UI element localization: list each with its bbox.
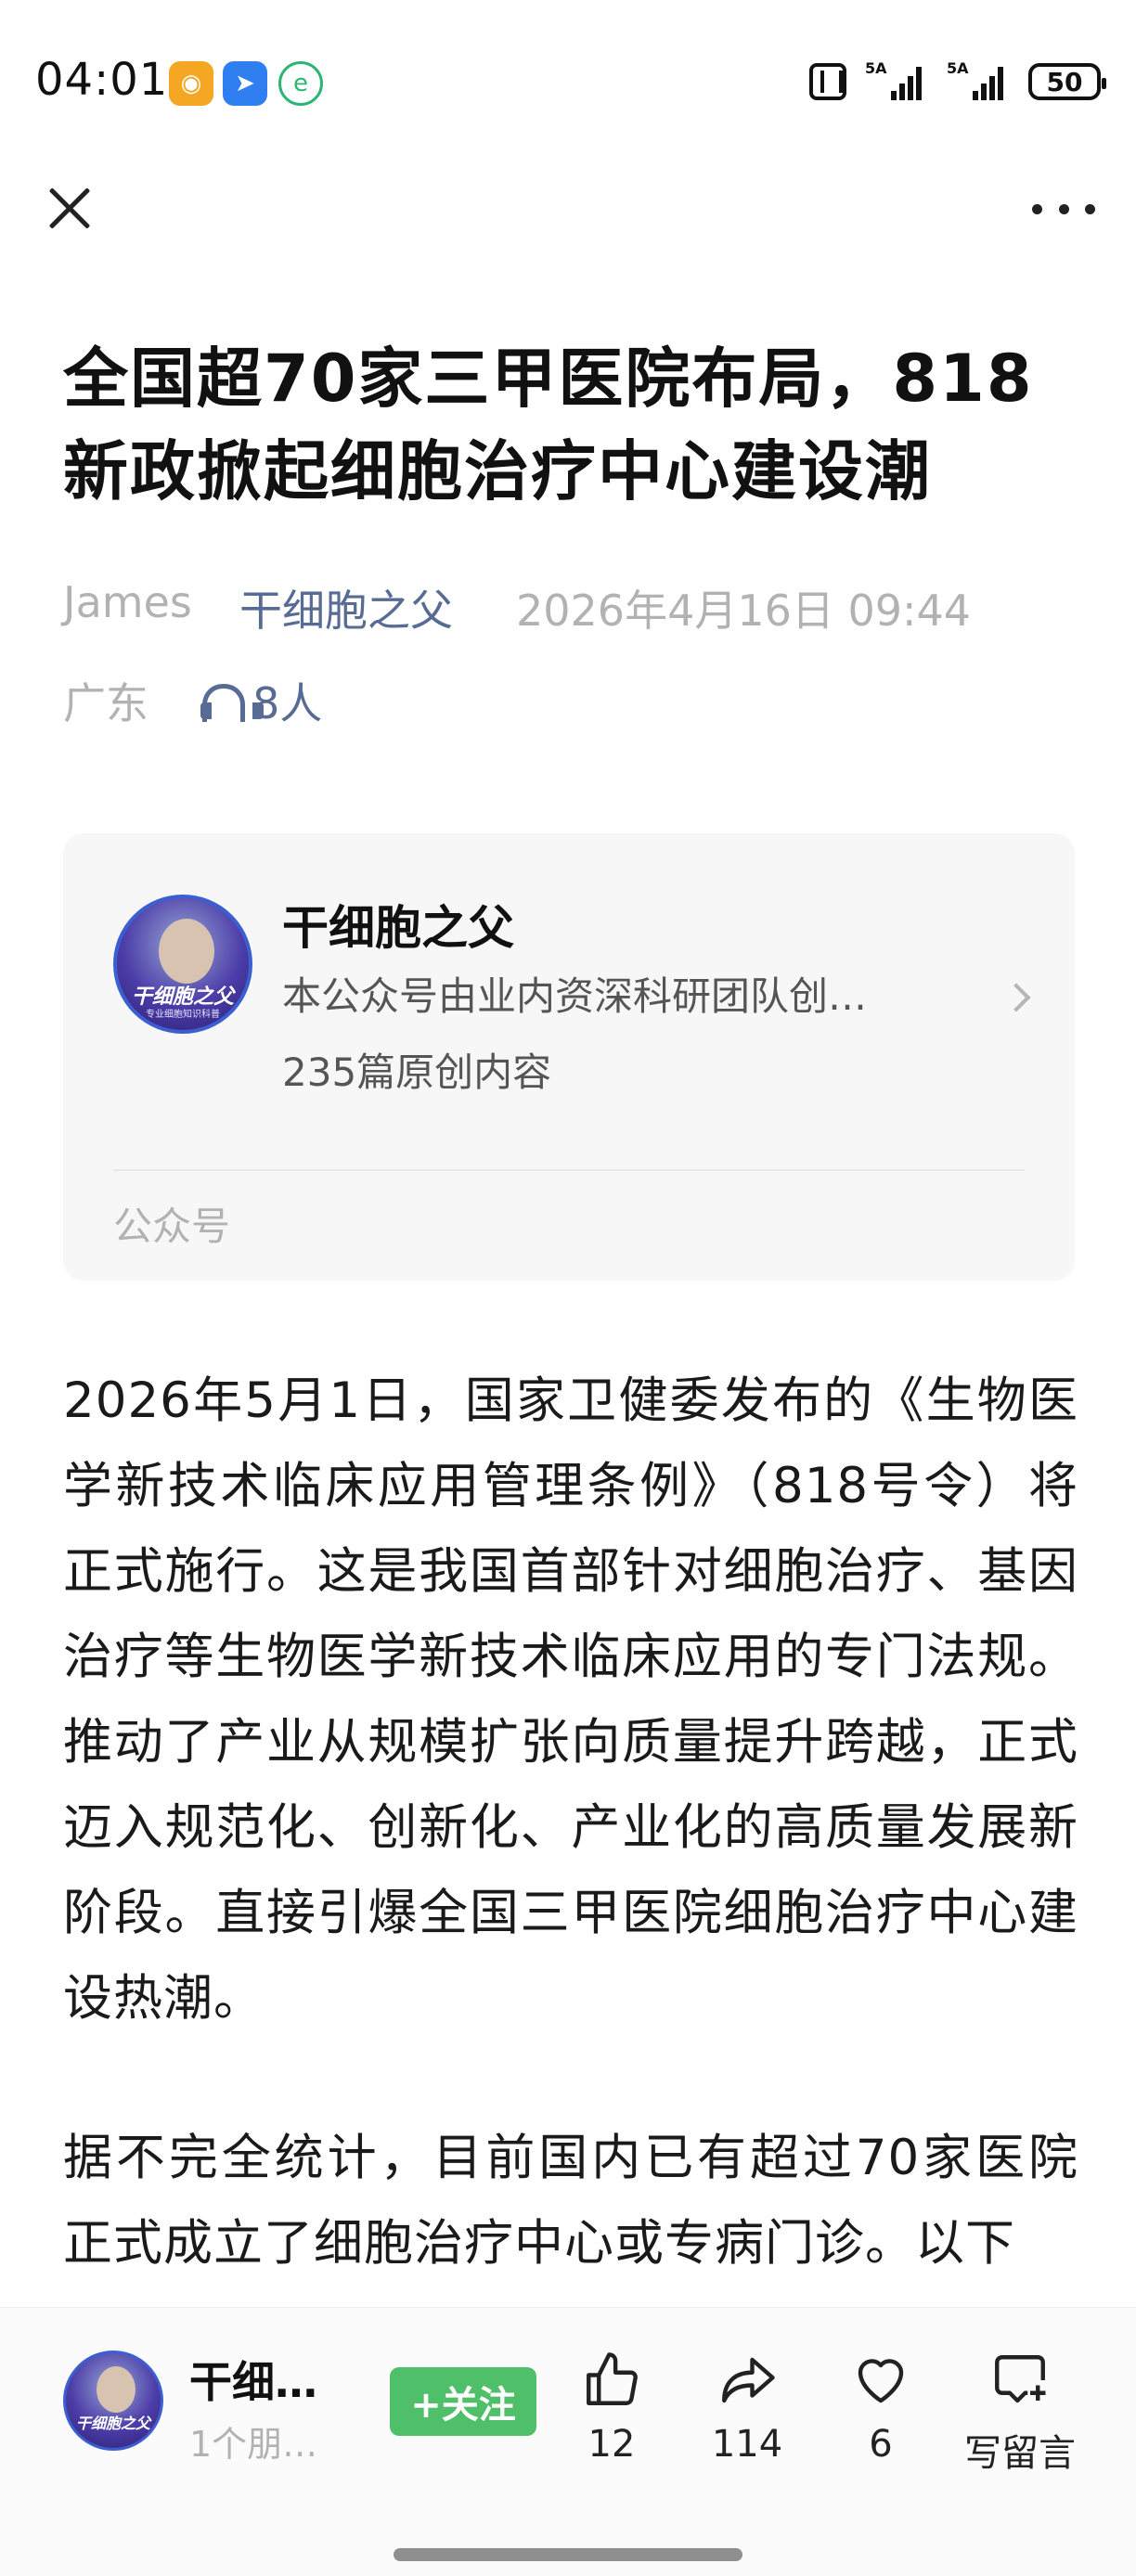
bird-app-notification-icon: ➤: [223, 61, 267, 106]
headphone-icon: [199, 680, 264, 722]
publish-date: 2026年4月16日 09:44: [516, 586, 972, 636]
browser-notification-icon: e: [278, 61, 323, 106]
like-count: 12: [587, 2423, 636, 2466]
card-article-count: 235篇原创内容: [282, 1050, 552, 1095]
avatar-badge-subtext: 专业细胞知识科普: [146, 1010, 220, 1020]
battery-level: 50: [1046, 66, 1083, 97]
body-paragraph: 据不完全统计，目前国内已有超过70家医院正式成立了细胞治疗中心或专病门诊。以下: [63, 2130, 1078, 2272]
body-paragraph: 2026年5月1日，国家卫健委发布的《生物医学新技术临床应用管理条例》（818号…: [63, 1372, 1078, 2027]
publish-region: 广东: [63, 678, 148, 728]
heart-button[interactable]: 6: [820, 2341, 941, 2466]
card-type-label: 公众号: [113, 1204, 231, 1249]
signal-icon-2: 5A: [947, 59, 1010, 100]
status-bar: 04:01 ◉ ➤ e 5A 5A 50: [0, 0, 1136, 167]
signal-tag: 5A: [865, 59, 887, 77]
home-indicator[interactable]: [394, 2548, 742, 2561]
signal-tag-2: 5A: [947, 59, 969, 77]
heart-icon: [820, 2341, 941, 2419]
account-avatar: 干细胞之父 专业细胞知识科普: [113, 895, 252, 1034]
article-author: James: [63, 577, 192, 627]
thumbs-up-icon: [551, 2341, 672, 2419]
comment-plus-icon: [950, 2341, 1090, 2419]
weibo-notification-icon: ◉: [169, 61, 213, 106]
bottom-action-bar: 干细胞之父 干细… 1个朋… +关注 12 114 6 写留言: [0, 2307, 1136, 2576]
write-comment-label: 写留言: [964, 2432, 1076, 2475]
bar-friends-following: 1个朋…: [189, 2424, 318, 2465]
write-comment-button[interactable]: 写留言: [950, 2341, 1090, 2477]
card-description: 本公众号由业内资深科研团队创…: [282, 973, 868, 1019]
close-icon[interactable]: [37, 176, 102, 241]
like-button[interactable]: 12: [551, 2341, 672, 2466]
nfc-icon: [809, 63, 846, 100]
chevron-right-icon: [1001, 983, 1031, 1012]
card-account-name: 干细胞之父: [282, 901, 514, 955]
share-arrow-icon: [687, 2341, 807, 2419]
more-options-icon[interactable]: [1026, 186, 1101, 232]
card-divider: [113, 1169, 1025, 1171]
share-button[interactable]: 114: [687, 2341, 807, 2466]
share-count: 114: [711, 2423, 783, 2466]
system-icons: 5A 5A 50: [809, 59, 1106, 100]
heart-count: 6: [869, 2423, 893, 2466]
battery-icon: 50: [1028, 63, 1106, 100]
listen-button[interactable]: 8人: [199, 670, 322, 731]
status-time: 04:01: [35, 54, 169, 106]
signal-icon: 5A: [865, 59, 928, 100]
account-link[interactable]: 干细胞之父: [239, 577, 453, 638]
listener-count: 8人: [252, 678, 323, 728]
bar-account-name[interactable]: 干细…: [189, 2349, 317, 2410]
account-profile-card[interactable]: 干细胞之父 专业细胞知识科普 干细胞之父 本公众号由业内资深科研团队创… 235…: [63, 833, 1075, 1281]
avatar-small-badge-text: 干细胞之父: [75, 2415, 150, 2432]
article-title: 全国超70家三甲医院布局，818新政掀起细胞治疗中心建设潮: [63, 341, 1034, 509]
account-avatar-small[interactable]: 干细胞之父: [63, 2351, 163, 2451]
follow-button[interactable]: +关注: [390, 2367, 536, 2436]
